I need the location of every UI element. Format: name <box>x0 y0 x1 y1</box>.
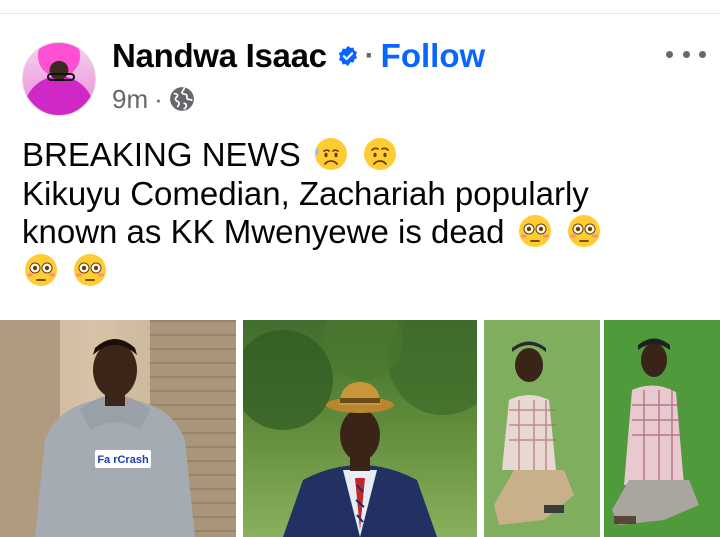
avatar[interactable] <box>22 42 96 116</box>
photo-hoodie[interactable]: Fa rCrash <box>0 320 236 537</box>
more-options-button[interactable] <box>666 44 706 64</box>
photo-two-men-grass[interactable] <box>484 320 720 537</box>
post-time[interactable]: 9m <box>112 84 148 115</box>
top-divider <box>0 0 720 14</box>
body-text-line-2: Kikuyu Comedian, Zachariah popularly <box>22 174 589 212</box>
meta-row: 9m · <box>112 84 195 114</box>
more-dot-icon <box>699 50 706 58</box>
name-row: Nandwa Isaac · Follow <box>112 37 485 75</box>
globe-icon[interactable] <box>169 86 195 112</box>
photo-hoodie-illustration: Fa rCrash <box>0 320 236 537</box>
sad-sweat-emoji-icon <box>314 138 347 170</box>
follow-button[interactable]: Follow <box>381 37 485 75</box>
post-text-line: known as KK Mwenyewe is dead <box>22 213 712 252</box>
sad-emoji-icon <box>364 138 397 170</box>
flushed-emoji-icon <box>567 215 600 247</box>
more-dot-icon <box>666 50 673 58</box>
verified-badge-icon <box>338 45 357 67</box>
hoodie-print-text: Fa rCrash <box>97 454 149 466</box>
flushed-emoji-icon <box>74 253 107 286</box>
photo-hat-suit-illustration <box>243 320 477 537</box>
post-header: Nandwa Isaac · Follow 9m · <box>22 37 712 118</box>
flushed-emoji-icon <box>518 215 551 247</box>
flushed-emoji-icon <box>25 253 57 286</box>
more-dot-icon <box>682 50 690 58</box>
post-text: BREAKING NEWS Kikuyu Comedian, Zachariah… <box>22 136 712 290</box>
photo-hat-suit[interactable] <box>243 320 477 537</box>
avatar-glasses <box>47 73 75 81</box>
meta-separator: · <box>154 83 163 114</box>
name-separator: · <box>364 39 375 72</box>
post-text-line <box>22 252 712 291</box>
author-name[interactable]: Nandwa Isaac <box>112 37 327 75</box>
photo-two-men-illustration <box>484 320 720 537</box>
headline-text: BREAKING NEWS <box>22 136 301 173</box>
body-text-line-3: known as KK Mwenyewe is dead <box>22 213 505 250</box>
photo-grid: Fa rCrash <box>0 320 720 537</box>
post-text-line: BREAKING NEWS <box>22 136 712 175</box>
post-text-line: Kikuyu Comedian, Zachariah popularly <box>22 175 712 214</box>
